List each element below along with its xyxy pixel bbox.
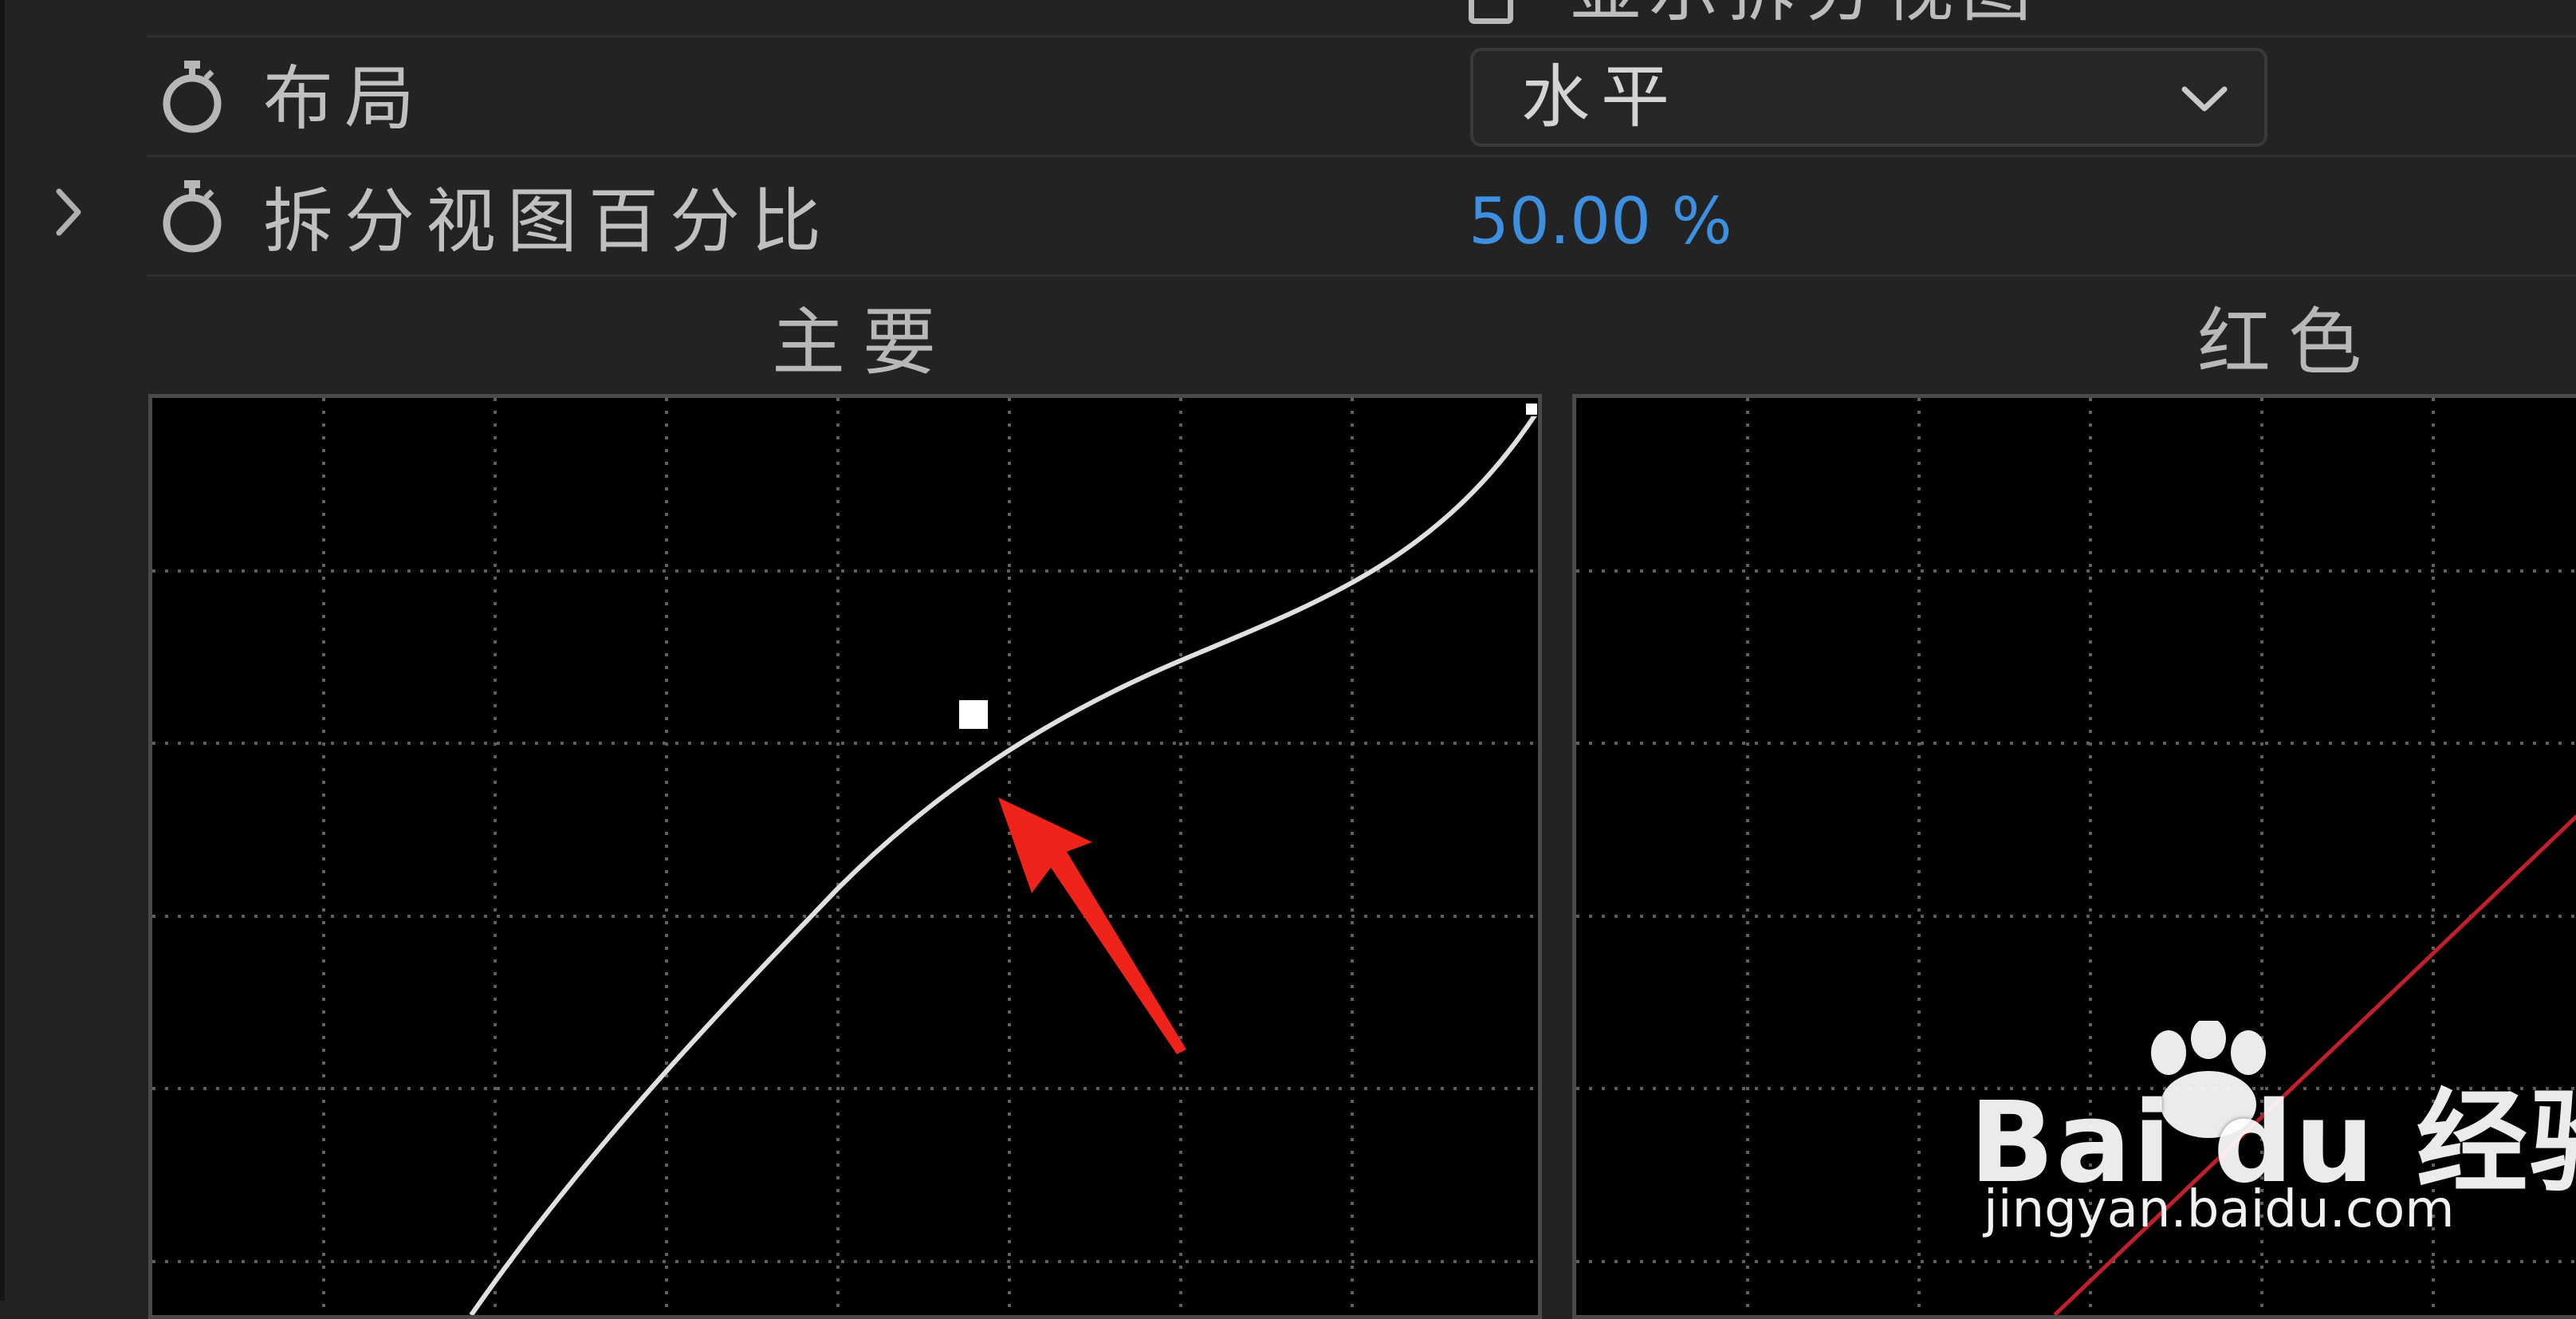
split-view-checkbox[interactable] bbox=[1469, 0, 1513, 24]
main-curve-graph[interactable] bbox=[148, 394, 1542, 1319]
effect-controls-panel: 显示拆分视图 布局 水平 拆分视图百分比 50.00 % 主要 红色 bbox=[0, 0, 2576, 1319]
chevron-down-icon bbox=[2181, 86, 2228, 112]
watermark-url: jingyan.baidu.com bbox=[1984, 1180, 2455, 1239]
chevron-right-icon[interactable] bbox=[48, 180, 88, 244]
curve-control-point[interactable] bbox=[959, 700, 988, 729]
layout-dropdown[interactable]: 水平 bbox=[1470, 48, 2267, 147]
red-arrow-icon bbox=[998, 797, 1186, 1054]
grid-lines bbox=[152, 398, 1538, 1315]
layout-dropdown-value: 水平 bbox=[1521, 57, 1681, 137]
split-percentage-value[interactable]: 50.00 % bbox=[1469, 182, 1732, 262]
baidu-watermark: Bai du 经验 jingyan.baidu.com bbox=[1969, 1021, 2576, 1260]
main-curve-svg bbox=[152, 398, 1538, 1315]
row-divider bbox=[147, 35, 2576, 37]
curve-endpoint[interactable] bbox=[1524, 402, 1538, 416]
row-divider bbox=[147, 155, 2576, 157]
row-divider bbox=[147, 274, 2576, 277]
split-percentage-label: 拆分视图百分比 bbox=[263, 180, 833, 262]
layout-label: 布局 bbox=[263, 57, 427, 140]
stopwatch-icon[interactable] bbox=[156, 54, 228, 142]
main-curve-title: 主要 bbox=[772, 300, 954, 385]
split-view-label: 显示拆分视图 bbox=[1571, 0, 2039, 30]
panel-edge bbox=[0, 0, 5, 1301]
red-curve-title: 红色 bbox=[2197, 300, 2380, 385]
stopwatch-icon[interactable] bbox=[156, 174, 228, 262]
